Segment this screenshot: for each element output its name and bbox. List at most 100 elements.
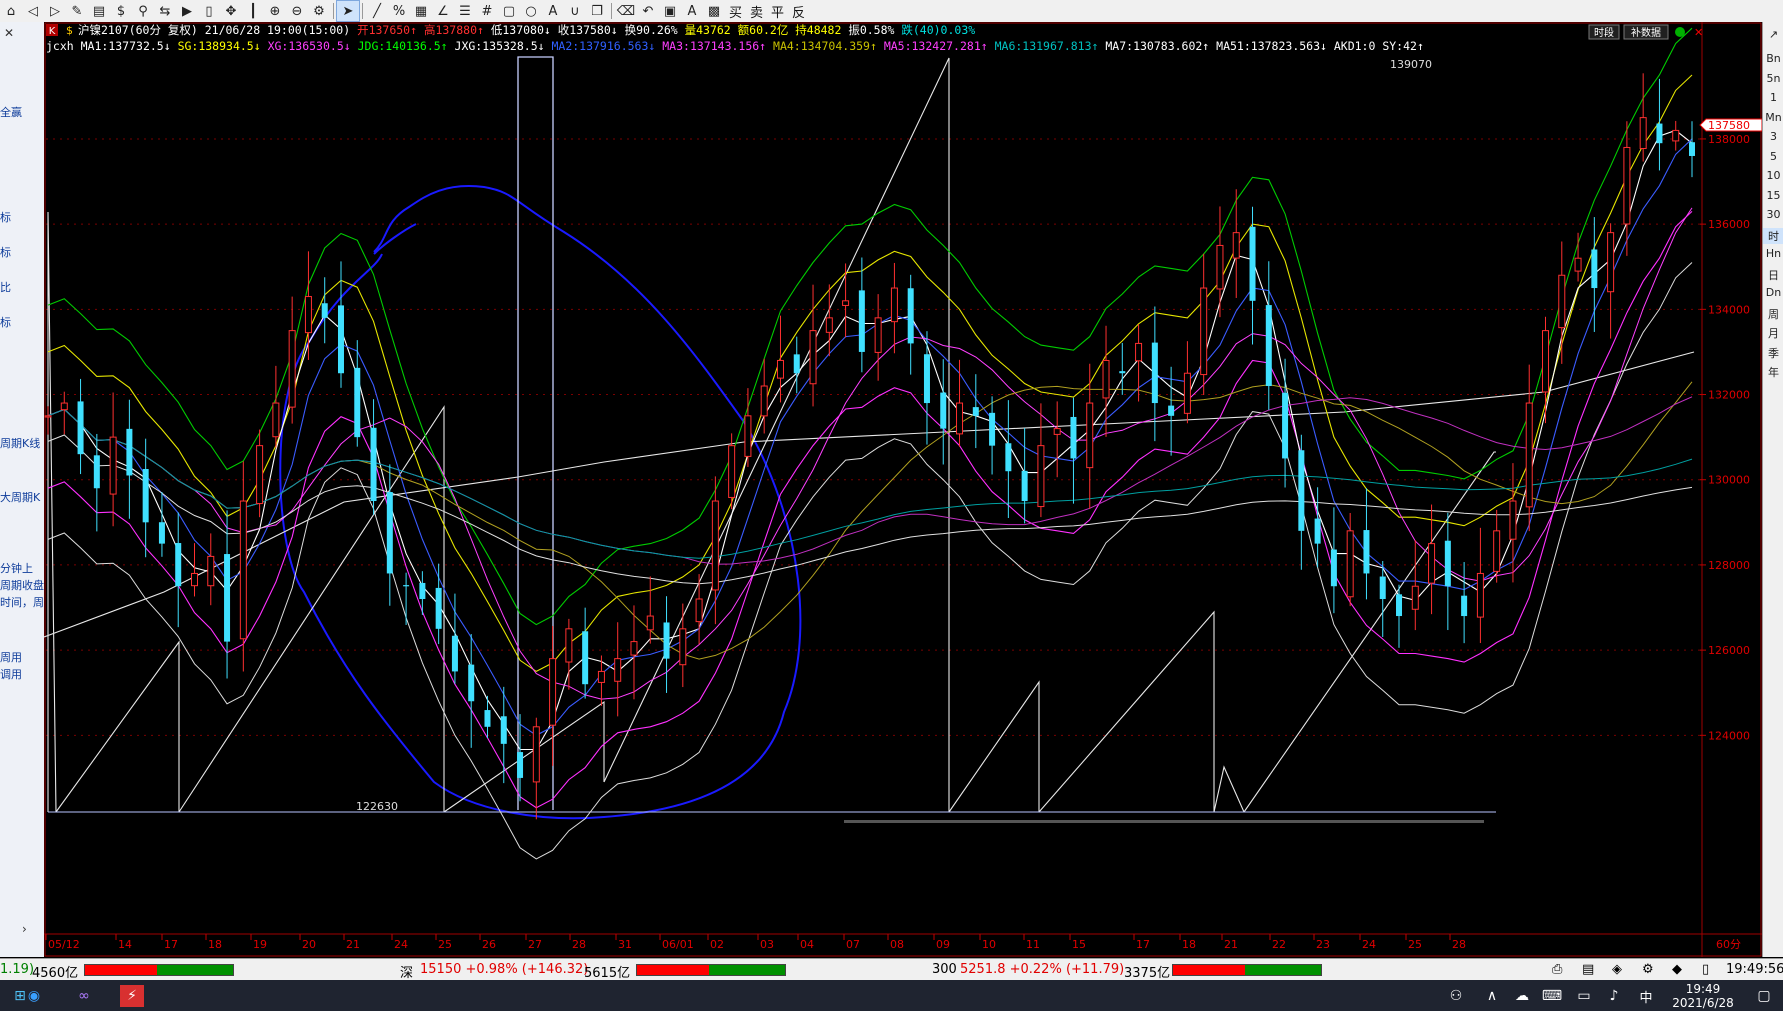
dollar-icon: $ [66,24,73,37]
taskbar-clock[interactable]: 19:49 2021/6/28 [1668,982,1738,1010]
period-button[interactable]: 时段 [1588,24,1620,40]
image-icon[interactable]: ▩ [703,1,725,21]
copy-icon[interactable]: ❐ [586,1,608,21]
gear-icon[interactable]: ⚙ [308,1,330,21]
candle-body [1558,274,1566,329]
rect-icon[interactable]: ▢ [498,1,520,21]
period-button-2[interactable]: 1 [1763,91,1783,104]
circle-icon[interactable]: ○ [520,1,542,21]
left-panel-label-0[interactable]: 全赢 [0,104,22,120]
k-badge-label: K [49,26,56,37]
kline-chart[interactable]: K $ 沪镍2107(60分 复权) 21/06/28 19:00(15:00)… [44,22,1762,957]
period-button-12[interactable]: Dn [1763,286,1783,299]
period-button-0[interactable]: Bn [1763,52,1783,65]
edit-icon[interactable]: ✎ [66,1,88,21]
date-label: 28 [572,938,586,951]
period-button-15[interactable]: 季 [1763,345,1783,361]
zoom-out-icon[interactable]: ⊖ [286,1,308,21]
back-icon[interactable]: ◁ [22,1,44,21]
grid-icon[interactable]: ▦ [410,1,432,21]
people-icon[interactable]: ⚇ [1444,985,1468,1007]
close-chart-icon[interactable]: ✕ [1694,26,1703,39]
move-icon[interactable]: ✥ [220,1,242,21]
split-icon[interactable]: ┃ [242,1,264,21]
period-button-3[interactable]: Mn [1763,111,1783,124]
angle-icon[interactable]: ∠ [432,1,454,21]
candle-body [1607,232,1615,293]
monitor-icon[interactable]: ▭ [1572,985,1596,1007]
close-icon[interactable]: ✕ [4,26,14,40]
text-icon[interactable]: A [542,1,564,21]
candle-body [1021,470,1028,502]
cloud-icon[interactable]: ☁ [1510,985,1534,1007]
tools-icon[interactable]: ⚙ [1642,962,1654,977]
database-icon[interactable]: ▤ [1582,962,1594,977]
alert-icon[interactable]: ◆ [1672,962,1682,977]
candle-body [1525,402,1533,508]
menu-item-3[interactable]: 反 [788,2,809,21]
period-button-13[interactable]: 周 [1763,306,1783,322]
period-button-14[interactable]: 月 [1763,325,1783,341]
font-icon[interactable]: A [681,1,703,21]
delete-icon[interactable]: ⌫ [615,1,637,21]
quote-info-line: 沪镍2107(60分 复权) 21/06/28 19:00(15:00) 开13… [78,23,975,37]
left-panel-label-1: 标 [0,211,11,224]
scroll-right-icon[interactable]: › [22,922,27,936]
undo-icon[interactable]: ↶ [637,1,659,21]
save-icon[interactable]: ▣ [659,1,681,21]
keyboard-icon[interactable]: ⌨ [1540,985,1564,1007]
period-button-4[interactable]: 3 [1763,130,1783,143]
ime-indicator[interactable]: 中 [1634,985,1658,1007]
candle-body [744,415,752,457]
period-button-11[interactable]: 日 [1763,267,1783,283]
candle-body [597,670,605,683]
volume-icon[interactable]: ♪ [1602,985,1626,1007]
candle-body [44,415,52,418]
cursor-icon[interactable]: ➤ [336,0,360,22]
period-button-5[interactable]: 5 [1763,150,1783,163]
visual-studio-icon[interactable]: ∞ [72,985,96,1007]
edge-icon[interactable]: ◉ [22,985,46,1007]
list-icon[interactable]: ☰ [454,1,476,21]
period-button-1[interactable]: 5n [1763,72,1783,85]
trading-app-icon[interactable]: ⚡ [120,985,144,1007]
percent-icon[interactable]: % [388,1,410,21]
filter-icon[interactable]: ⚲ [132,1,154,21]
refill-data-button[interactable]: 补数据 [1623,24,1669,40]
dollar-icon[interactable]: $ [110,1,132,21]
hash-icon[interactable]: # [476,1,498,21]
switch-icon[interactable]: ⇆ [154,1,176,21]
play-icon[interactable]: ▶ [176,1,198,21]
period-button-7[interactable]: 15 [1763,189,1783,202]
menu-item-1[interactable]: 卖 [746,2,767,21]
tray-chevron-icon[interactable]: ∧ [1480,985,1504,1007]
quote-info-item: 跌(40)0.03% [894,23,975,37]
menu-item-0[interactable]: 买 [725,2,746,21]
home-icon[interactable]: ⌂ [0,1,22,21]
doc-icon[interactable]: ▯ [1702,962,1709,977]
period-button-16[interactable]: 年 [1763,364,1783,380]
notification-icon[interactable]: ▢ [1752,985,1776,1007]
period-button-9[interactable]: 时 [1763,227,1783,244]
period-button-6[interactable]: 10 [1763,169,1783,182]
status-bar: 1.19) 4560亿 深 15150 +0.98% (+146.32) 561… [0,958,1783,981]
candle-body [582,631,589,685]
line-icon[interactable]: ╱ [366,1,388,21]
candle-body [256,445,264,505]
printer-icon[interactable]: ⎙ [1552,962,1562,977]
left-panel-label-10: 周用 [0,651,22,664]
forward-icon[interactable]: ▷ [44,1,66,21]
zoom-in-icon[interactable]: ⊕ [264,1,286,21]
period-button-8[interactable]: 30 [1763,208,1783,221]
date-label: 31 [618,938,632,951]
index2-value: 15150 +0.98% (+146.32) [420,962,589,977]
trend-icon[interactable]: ↗ [1763,28,1783,41]
doc-icon[interactable]: ▯ [198,1,220,21]
candle-body [728,445,736,498]
network-icon[interactable]: ◈ [1612,962,1622,977]
period-button-10[interactable]: Hn [1763,247,1783,260]
page-icon[interactable]: ▤ [88,1,110,21]
menu-item-2[interactable]: 平 [767,2,788,21]
horizontal-scrollbar[interactable] [844,820,1484,823]
magnet-icon[interactable]: ∪ [564,1,586,21]
